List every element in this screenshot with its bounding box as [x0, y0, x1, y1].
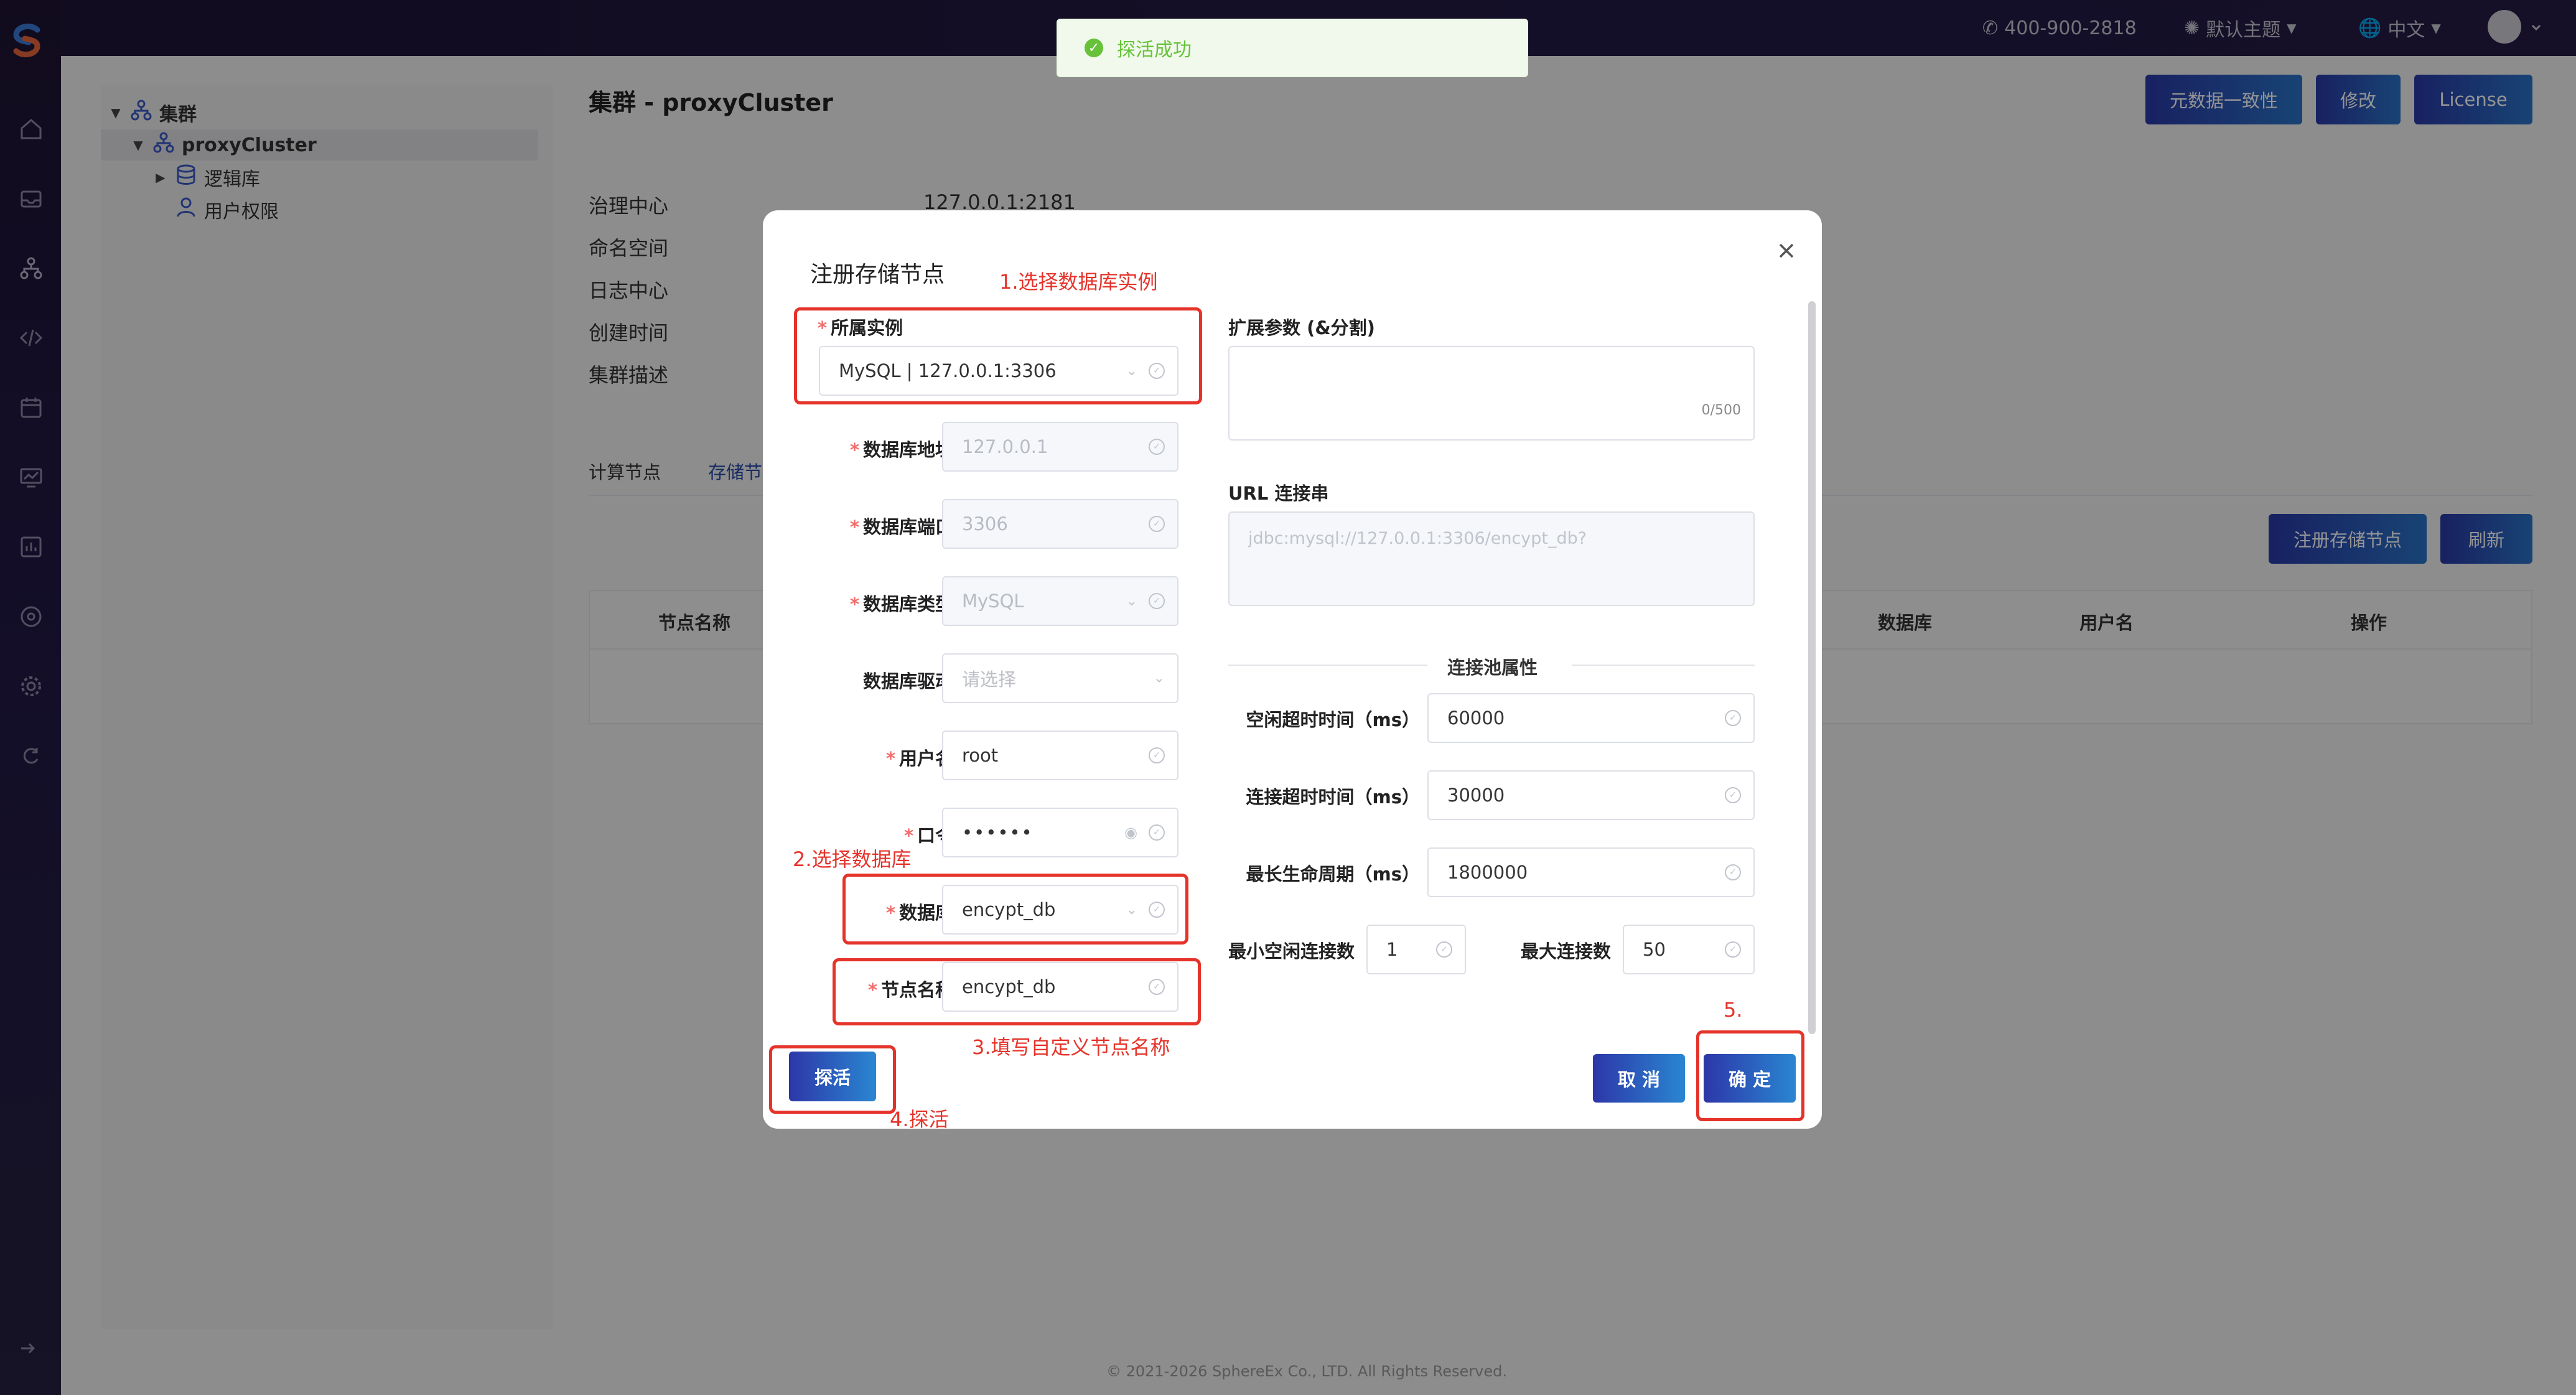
annotation-step4: 4.探活 — [890, 1108, 949, 1131]
max-conn-input[interactable]: 50 ✓ — [1623, 925, 1755, 974]
annotation-box-database — [842, 874, 1188, 945]
db-port-label: * 数据库端口 — [849, 516, 953, 538]
dialog-title: 注册存储节点 — [810, 262, 945, 287]
valid-check-icon: ✓ — [1725, 710, 1741, 726]
valid-check-icon: ✓ — [1149, 824, 1165, 841]
dialog-scrollbar[interactable] — [1808, 301, 1816, 1034]
chevron-down-icon: ⌄ — [1126, 593, 1137, 609]
db-driver-select[interactable]: 请选择 ⌄ — [942, 653, 1178, 703]
pool-section-title: 连接池属性 — [1447, 657, 1538, 678]
check-circle-icon: ✓ — [1085, 39, 1103, 57]
db-type-value: MySQL — [962, 590, 1024, 612]
url-textarea[interactable]: jdbc:mysql://127.0.0.1:3306/encypt_db? — [1228, 511, 1755, 606]
valid-check-icon: ✓ — [1149, 439, 1165, 455]
max-lifetime-input[interactable]: 1800000 ✓ — [1427, 847, 1755, 897]
ext-params-textarea[interactable]: 0/500 — [1228, 346, 1755, 441]
annotation-step5: 5. — [1724, 998, 1743, 1022]
max-conn-label: 最大连接数 — [1521, 941, 1612, 962]
db-host-input[interactable]: 127.0.0.1 ✓ — [942, 422, 1178, 472]
username-value: root — [962, 745, 999, 766]
valid-check-icon: ✓ — [1149, 516, 1165, 532]
divider — [1572, 665, 1755, 666]
eye-icon[interactable]: ◉ — [1124, 824, 1137, 841]
idle-timeout-input[interactable]: 60000 ✓ — [1427, 693, 1755, 743]
db-type-label: * 数据库类型 — [849, 594, 953, 615]
success-toast: ✓ 探活成功 — [1057, 19, 1528, 77]
valid-check-icon: ✓ — [1725, 941, 1741, 958]
username-label: * 用户名 — [885, 748, 953, 769]
idle-timeout-value: 60000 — [1447, 707, 1505, 729]
annotation-box-confirm — [1696, 1030, 1804, 1121]
valid-check-icon: ✓ — [1436, 941, 1452, 958]
password-value: •••••• — [962, 822, 1034, 843]
char-counter: 0/500 — [1701, 403, 1741, 418]
url-label: URL 连接串 — [1228, 483, 1329, 504]
max-conn-value: 50 — [1643, 939, 1666, 960]
close-icon[interactable] — [1772, 236, 1801, 265]
divider — [1228, 665, 1427, 666]
min-idle-value: 1 — [1386, 939, 1398, 960]
annotation-box-probe — [769, 1045, 896, 1114]
db-port-input[interactable]: 3306 ✓ — [942, 499, 1178, 549]
ext-params-label: 扩展参数 (&分割) — [1228, 317, 1375, 338]
username-input[interactable]: root ✓ — [942, 730, 1178, 780]
min-idle-label: 最小空闲连接数 — [1228, 941, 1355, 962]
min-idle-input[interactable]: 1 ✓ — [1366, 925, 1466, 974]
annotation-box-instance — [794, 307, 1202, 404]
db-driver-placeholder: 请选择 — [962, 669, 1017, 690]
db-host-label: * 数据库地址 — [849, 439, 953, 460]
conn-timeout-label: 连接超时时间（ms） — [1246, 786, 1420, 808]
max-lifetime-label: 最长生命周期（ms） — [1246, 864, 1420, 885]
conn-timeout-value: 30000 — [1447, 785, 1505, 806]
annotation-step3: 3.填写自定义节点名称 — [972, 1035, 1170, 1059]
db-host-value: 127.0.0.1 — [962, 436, 1048, 457]
password-input[interactable]: •••••• ◉ ✓ — [942, 808, 1178, 857]
valid-check-icon: ✓ — [1725, 864, 1741, 880]
toast-message: 探活成功 — [1117, 39, 1192, 61]
db-driver-label: 数据库驱动 — [862, 671, 953, 692]
db-type-select[interactable]: MySQL ⌄ ✓ — [942, 576, 1178, 626]
annotation-box-node-name — [833, 958, 1201, 1025]
valid-check-icon: ✓ — [1725, 787, 1741, 803]
conn-timeout-input[interactable]: 30000 ✓ — [1427, 770, 1755, 820]
chevron-down-icon: ⌄ — [1153, 670, 1165, 686]
valid-check-icon: ✓ — [1149, 593, 1165, 609]
annotation-step1: 1.选择数据库实例 — [999, 270, 1158, 294]
annotation-step2: 2.选择数据库 — [793, 847, 912, 871]
cancel-button[interactable]: 取 消 — [1593, 1054, 1685, 1103]
idle-timeout-label: 空闲超时时间（ms） — [1246, 709, 1420, 730]
valid-check-icon: ✓ — [1149, 747, 1165, 763]
max-lifetime-value: 1800000 — [1447, 862, 1528, 883]
db-port-value: 3306 — [962, 513, 1008, 534]
